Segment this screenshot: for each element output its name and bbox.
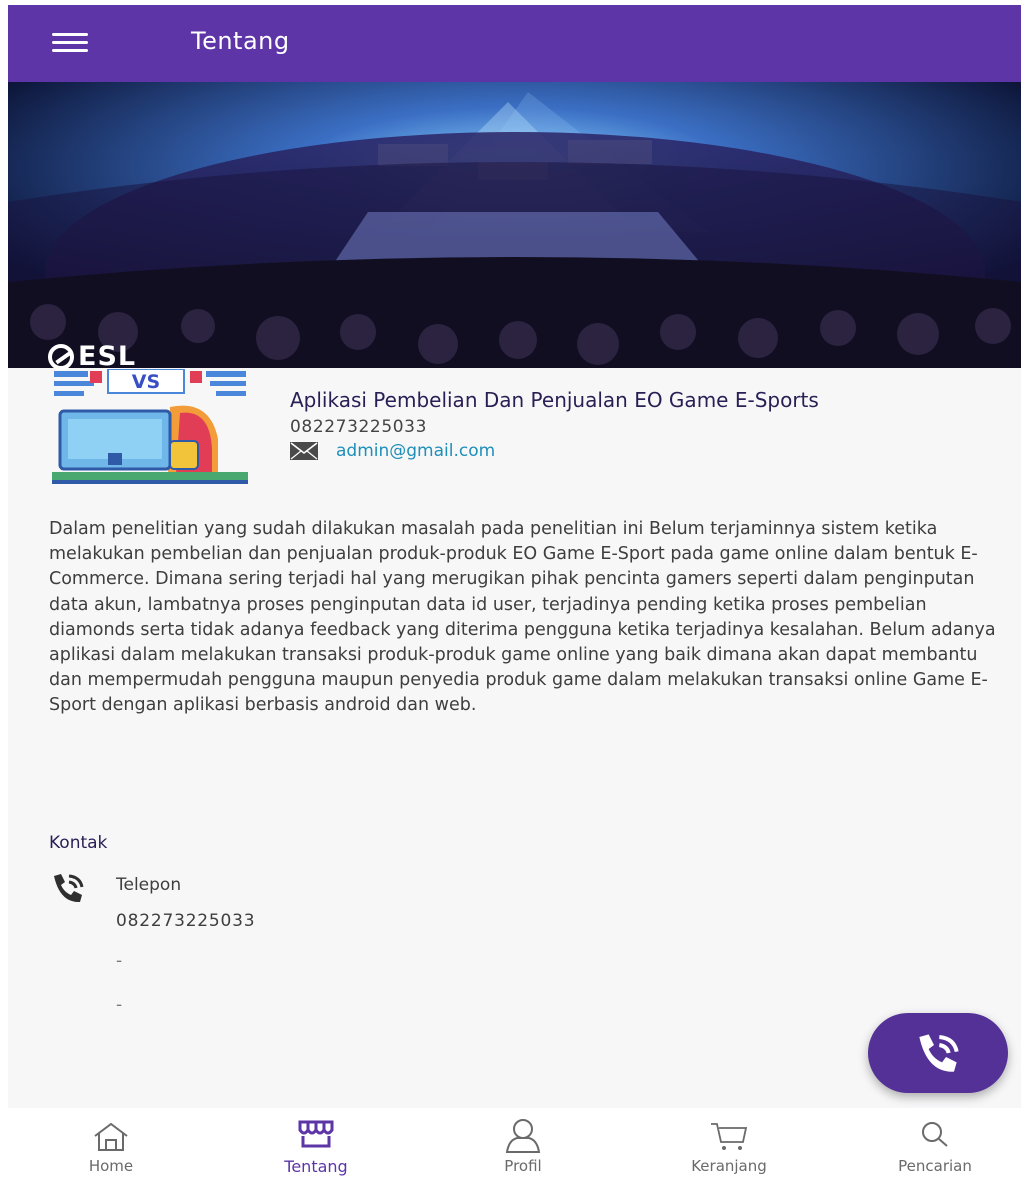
app-bar: Tentang [8, 5, 1021, 82]
hero-banner-image [8, 82, 1021, 368]
store-icon [298, 1120, 334, 1148]
email-text: admin@gmail.com [336, 441, 496, 461]
app-name: Aplikasi Pembelian Dan Penjualan EO Game… [290, 388, 819, 412]
mail-icon [290, 442, 318, 460]
phone-call-icon[interactable] [50, 873, 86, 903]
phone-call-icon [919, 1034, 959, 1072]
contact-phone-number: 082273225033 [116, 911, 256, 931]
menu-icon[interactable] [52, 29, 88, 59]
page-title: Tentang [191, 27, 290, 55]
esl-logo-icon [48, 344, 74, 370]
contact-line-3: - [116, 995, 123, 1015]
nav-home[interactable]: Home [36, 1108, 186, 1178]
nav-label-tentang: Tentang [284, 1157, 348, 1176]
user-icon [505, 1119, 541, 1153]
app-logo: VS [50, 368, 250, 487]
email-link[interactable]: admin@gmail.com [290, 441, 495, 461]
search-icon [922, 1122, 948, 1147]
nav-label-pencarian: Pencarian [898, 1157, 972, 1175]
home-icon [94, 1122, 128, 1151]
contact-line-2: - [116, 951, 123, 971]
nav-label-home: Home [88, 1157, 134, 1175]
nav-profil[interactable]: Profil [448, 1108, 598, 1178]
hero-badge-text: ESL [78, 341, 137, 372]
about-description: Dalam penelitian yang sudah dilakukan ma… [49, 519, 996, 716]
profile-phone: 082273225033 [290, 417, 427, 437]
phone-label: Telepon [116, 875, 182, 895]
logo-text: VS [132, 371, 160, 393]
nav-pencarian[interactable]: Pencarian [860, 1108, 1010, 1178]
cart-icon [711, 1123, 748, 1150]
nav-label-profil: Profil [504, 1157, 542, 1175]
nav-keranjang[interactable]: Keranjang [654, 1108, 804, 1178]
nav-label-keranjang: Keranjang [691, 1157, 767, 1175]
nav-tentang[interactable]: Tentang [241, 1108, 391, 1178]
call-fab-button[interactable] [868, 1013, 1008, 1093]
bottom-navigation: Home Tentang Profil Keranjang Pencarian [8, 1108, 1021, 1178]
hero-badge: ESL [48, 343, 136, 371]
contact-section-title: Kontak [49, 833, 108, 853]
about-screen: Tentang ESL VS Aplikasi Pembelian Dan Pe… [8, 5, 1021, 1178]
